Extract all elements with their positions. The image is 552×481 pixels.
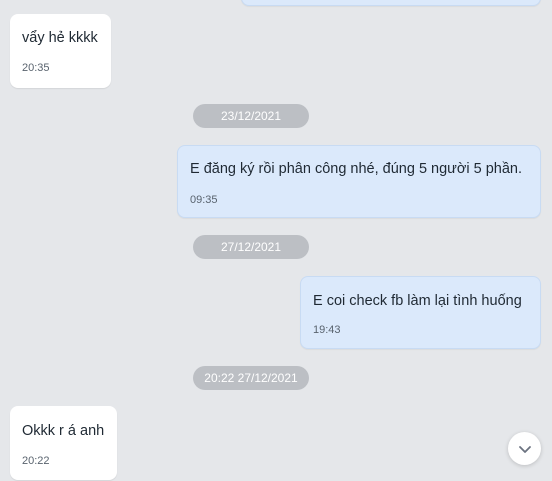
message-bubble-incoming[interactable]: Okkk r á anh 20:22 xyxy=(10,406,117,480)
date-separator: 27/12/2021 xyxy=(193,235,309,259)
message-time: 19:43 xyxy=(313,324,341,336)
date-separator: 20:22 27/12/2021 xyxy=(193,366,309,390)
message-text: Okkk r á anh xyxy=(22,423,105,439)
message-bubble-outgoing[interactable]: E đăng ký rồi phân công nhé, đúng 5 ngườ… xyxy=(177,145,541,218)
message-bubble-outgoing[interactable]: E coi check fb làm lại tình huống 19:43 xyxy=(300,276,541,349)
chevron-down-icon xyxy=(517,441,533,457)
chat-message-list[interactable]: vẩy hẻ kkkk 20:35 23/12/2021 E đăng ký r… xyxy=(0,0,552,481)
message-bubble-incoming[interactable]: vẩy hẻ kkkk 20:35 xyxy=(10,14,111,88)
message-time: 20:35 xyxy=(22,62,50,74)
message-time: 09:35 xyxy=(190,194,218,206)
message-text: E coi check fb làm lại tình huống xyxy=(313,293,522,309)
message-time: 20:22 xyxy=(22,455,50,467)
message-text: E đăng ký rồi phân công nhé, đúng 5 ngườ… xyxy=(190,161,523,177)
message-text: vẩy hẻ kkkk xyxy=(22,30,98,46)
message-bubble-outgoing-partial[interactable] xyxy=(241,0,541,6)
scroll-to-bottom-button[interactable] xyxy=(508,432,541,465)
date-separator: 23/12/2021 xyxy=(193,104,309,128)
